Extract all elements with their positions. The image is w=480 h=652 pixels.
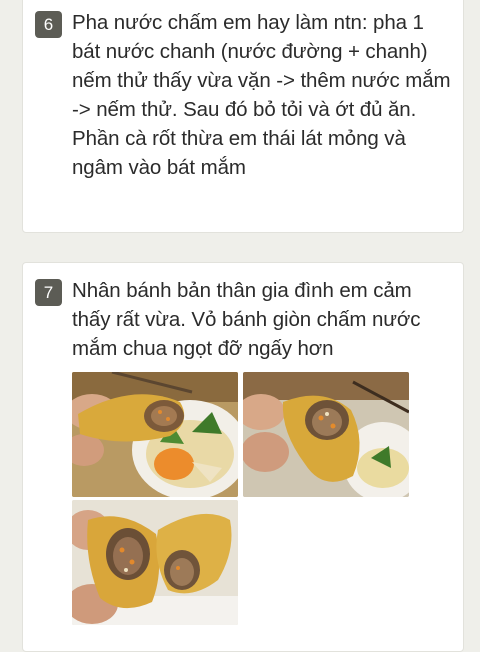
spring-roll-photo-3 (72, 500, 238, 625)
step-number-badge: 6 (35, 11, 62, 38)
step-photo[interactable] (243, 372, 409, 497)
step-photo[interactable] (72, 500, 238, 625)
spring-roll-photo-2 (243, 372, 409, 497)
step-card-7: 7 Nhân bánh bản thân gia đình em cảm thấ… (22, 262, 464, 652)
step-photo[interactable] (72, 372, 238, 497)
step-description: Pha nước chấm em hay làm ntn: pha 1 bát … (72, 11, 451, 179)
step-number-badge: 7 (35, 279, 62, 306)
step-card-6: 6 Pha nước chấm em hay làm ntn: pha 1 bá… (22, 0, 464, 233)
spring-roll-photo-1 (72, 372, 238, 497)
step-description: Nhân bánh bản thân gia đình em cảm thấy … (72, 279, 421, 360)
